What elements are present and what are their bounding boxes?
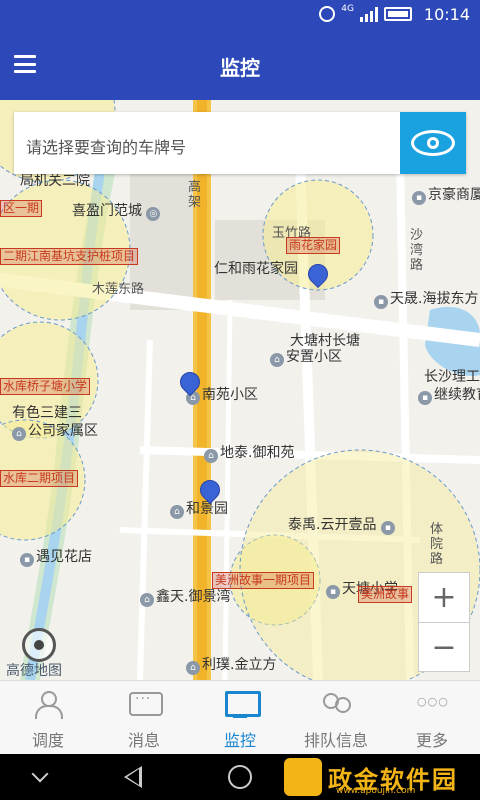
poi-label: 泰禹.云开壹品 ▪ — [288, 514, 397, 535]
pin-icon — [175, 367, 205, 397]
fence-label[interactable]: 美洲故事 — [358, 586, 413, 603]
poi-label: ▪ 京豪商厦 — [412, 184, 480, 205]
fence-label[interactable]: 雨花家园 — [286, 237, 341, 254]
building-icon: ▪ — [374, 295, 388, 309]
home-icon: ⌂ — [170, 505, 184, 519]
mall-icon: ◎ — [146, 207, 161, 221]
plate-search-bar[interactable]: 请选择要查询的车牌号 — [14, 112, 466, 174]
building-icon: ▪ — [380, 521, 395, 535]
battery-icon — [384, 7, 412, 21]
watermark: 政金软件园 www.apoujin.com — [284, 756, 458, 798]
group-icon — [319, 689, 353, 721]
home-button-icon[interactable] — [228, 765, 252, 789]
home-icon: ⌂ — [204, 449, 218, 463]
poi-label: 长沙理工 — [424, 369, 480, 385]
road-name: 沙湾路 — [410, 228, 424, 273]
tab-label: 排队信息 — [303, 731, 368, 750]
locate-icon[interactable] — [22, 628, 56, 662]
building-icon: ▪ — [412, 191, 426, 205]
map-view[interactable]: 木莲东路 玉竹路 沙湾路 体院路 高架 喜盈门范城 ◎ 仁和雨花家园 ▪ 京豪商厦… — [0, 100, 480, 680]
tab-more[interactable]: 更多 — [384, 681, 480, 754]
status-bar: 4G 10:14 — [0, 0, 480, 30]
bottom-tab-bar: 调度 消息 监控 排队信息 更多 — [0, 680, 480, 754]
more-icon — [415, 689, 449, 721]
zoom-control: + − — [418, 572, 470, 672]
page-title: 监控 — [220, 56, 260, 80]
road-name: 体院路 — [430, 522, 444, 567]
map-provider-logo: 高德地图 — [6, 663, 62, 679]
road-name: 木莲东路 — [92, 282, 145, 297]
school-icon: ▪ — [418, 391, 432, 405]
poi-label: ▪ 遇见花店 — [20, 546, 92, 567]
zoom-out-button[interactable]: − — [419, 622, 469, 671]
shop-icon: ▪ — [20, 553, 34, 567]
watermark-url: www.apoujin.com — [336, 786, 416, 796]
tab-monitor[interactable]: 监控 — [192, 681, 288, 754]
app-bar: 监控 — [0, 30, 480, 100]
pin-icon — [195, 475, 225, 505]
signal-icon — [360, 6, 378, 22]
message-icon — [127, 689, 163, 721]
clock: 10:14 — [423, 5, 470, 24]
tab-dispatch[interactable]: 调度 — [0, 681, 96, 754]
fence-label[interactable]: 水库二期项目 — [0, 470, 79, 487]
vehicle-marker[interactable] — [195, 475, 225, 508]
poi-label: 喜盈门范城 ◎ — [72, 200, 162, 221]
monitor-icon — [223, 689, 261, 721]
tab-queue-info[interactable]: 排队信息 — [288, 681, 384, 754]
tab-label: 监控 — [223, 731, 256, 750]
system-nav-bar: 政金软件园 www.apoujin.com — [0, 754, 480, 800]
fence-label[interactable]: 水库桥子塘小学 — [0, 378, 91, 395]
fence-label[interactable]: 区一期 — [0, 200, 43, 217]
home-icon: ⌂ — [270, 353, 284, 367]
search-placeholder[interactable]: 请选择要查询的车牌号 — [26, 134, 186, 158]
tab-messages[interactable]: 消息 — [96, 681, 192, 754]
screen: 4G 10:14 监控 木莲东路 玉竹路 沙湾路 体院路 高架 喜盈门范城 ◎ … — [0, 0, 480, 800]
poi-label: ⌂ 鑫天.御景湾 — [140, 586, 230, 607]
poi-label: ⌂ 利璞.金立方 — [186, 654, 276, 675]
pin-icon — [303, 259, 333, 289]
vehicle-marker[interactable] — [303, 259, 333, 292]
zoom-in-button[interactable]: + — [419, 573, 469, 622]
vehicle-marker[interactable] — [175, 367, 205, 400]
tab-label: 调度 — [31, 731, 64, 750]
home-icon: ⌂ — [140, 593, 154, 607]
home-icon: ⌂ — [12, 427, 26, 441]
road-name: 高架 — [188, 180, 202, 210]
school-icon: ▪ — [326, 585, 340, 599]
alarm-icon — [319, 6, 336, 22]
poi-label: ⌂ 地泰.御和苑 — [204, 442, 294, 463]
view-button[interactable] — [400, 112, 466, 174]
network-type: 4G — [341, 4, 354, 14]
home-icon: ⌂ — [186, 661, 200, 675]
poi-label: ▪ 天晟.海拔东方 — [374, 288, 478, 309]
watermark-logo-icon — [284, 758, 322, 796]
tab-label: 消息 — [127, 731, 160, 750]
poi-label: 有色三建三 — [12, 405, 82, 421]
poi-label: ▪继续教育 — [418, 384, 480, 405]
eye-icon — [411, 130, 455, 156]
poi-label: 仁和雨花家园 — [214, 261, 298, 277]
poi-label: ⌂ 安置小区 — [270, 346, 342, 367]
back-icon[interactable] — [124, 766, 142, 788]
tab-label: 更多 — [415, 731, 448, 750]
poi-label: ⌂ 公司家属区 — [12, 420, 98, 441]
status-icons: 4G — [319, 4, 412, 22]
chevron-down-icon[interactable] — [31, 765, 49, 783]
fence-label[interactable]: 二期江南基坑支护桩项目 — [0, 248, 139, 265]
fence-label[interactable]: 美洲故事一期项目 — [212, 572, 315, 589]
person-icon — [31, 689, 65, 721]
